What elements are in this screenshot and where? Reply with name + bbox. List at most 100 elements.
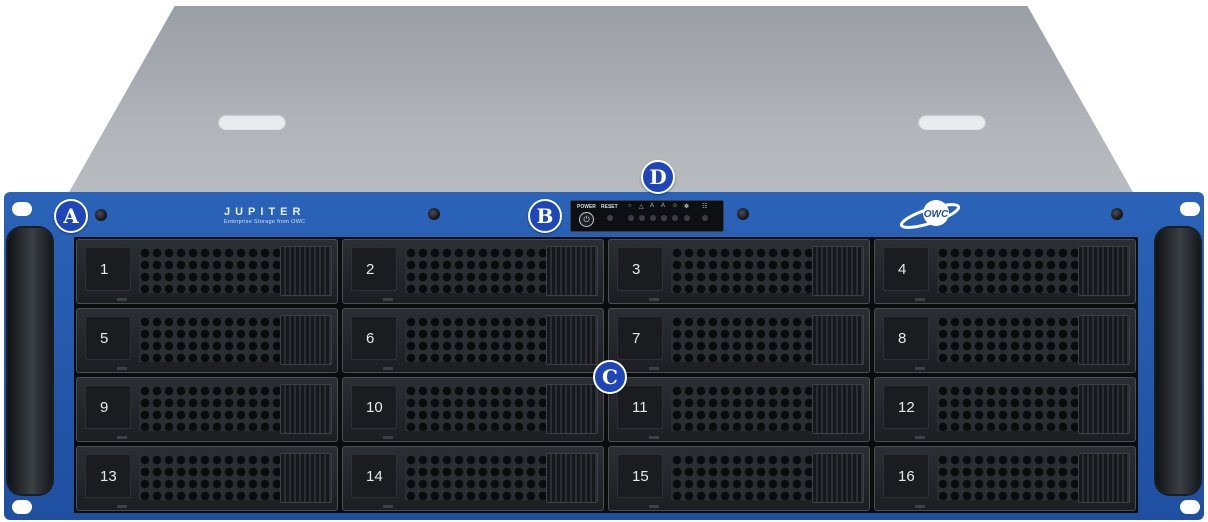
drive-tray-release[interactable] (915, 367, 925, 370)
screw (1111, 208, 1123, 220)
vent-slot-left (218, 114, 286, 130)
rack-ear-hole (12, 500, 32, 514)
drive-bay[interactable]: 11 (608, 377, 870, 442)
screw (737, 208, 749, 220)
drive-vent-grille (671, 247, 815, 293)
drive-vent-grille (139, 385, 283, 431)
indicator-led (628, 215, 634, 221)
drive-latch[interactable] (1078, 384, 1130, 434)
drive-latch[interactable] (1078, 315, 1130, 365)
power-button[interactable]: ⏻ (579, 212, 594, 227)
drive-tray-release[interactable] (117, 436, 127, 439)
drive-tray-release[interactable] (383, 367, 393, 370)
drive-vent-grille (937, 316, 1081, 362)
alert-icon: △ (639, 204, 644, 210)
drive-bay[interactable]: 13 (76, 446, 338, 511)
drive-vent-grille (139, 316, 283, 362)
drive-vent-grille (405, 316, 549, 362)
rack-ear-hole (12, 202, 32, 216)
drive-latch[interactable] (546, 453, 598, 503)
drive-latch[interactable] (812, 453, 864, 503)
drive-bay[interactable]: 16 (874, 446, 1136, 511)
callout-marker-a: A (54, 199, 88, 233)
drive-bay[interactable]: 7 (608, 308, 870, 373)
status-icon: ○ (628, 203, 632, 209)
rack-handle-right[interactable] (1156, 228, 1200, 494)
reset-button[interactable] (607, 215, 613, 221)
drive-latch[interactable] (812, 315, 864, 365)
owc-logo-text: OWC (924, 209, 949, 220)
drive-tray-release[interactable] (915, 436, 925, 439)
reset-label: RESET (601, 204, 618, 210)
drive-bay-number: 12 (883, 385, 929, 429)
drive-bay[interactable]: 2 (342, 239, 604, 304)
drive-bay-number: 3 (617, 247, 663, 291)
drive-tray-release[interactable] (117, 505, 127, 508)
a2-icon: A (661, 203, 666, 209)
drive-bay-number: 16 (883, 454, 929, 498)
drive-tray-release[interactable] (649, 505, 659, 508)
drive-tray-release[interactable] (383, 505, 393, 508)
drive-tray-release[interactable] (383, 298, 393, 301)
drive-bay[interactable]: 9 (76, 377, 338, 442)
drive-latch[interactable] (280, 315, 332, 365)
indicator-led (702, 215, 708, 221)
temperature-icon: ☺ (672, 203, 679, 209)
drive-tray-release[interactable] (649, 298, 659, 301)
drive-latch[interactable] (280, 384, 332, 434)
drive-bay[interactable]: 5 (76, 308, 338, 373)
callout-marker-b: B (528, 199, 562, 233)
drive-latch[interactable] (280, 246, 332, 296)
drive-vent-grille (405, 247, 549, 293)
drive-bay[interactable]: 8 (874, 308, 1136, 373)
screw (95, 209, 107, 221)
drive-bay-number: 6 (351, 316, 397, 360)
power-icon: ⏻ (583, 215, 590, 224)
callout-marker-c: C (593, 360, 627, 394)
drive-latch[interactable] (812, 384, 864, 434)
callout-marker-d: D (641, 160, 675, 194)
drive-tray-release[interactable] (383, 436, 393, 439)
rack-ear-hole (1180, 500, 1200, 514)
drive-bay[interactable]: 12 (874, 377, 1136, 442)
drive-bay-number: 10 (351, 385, 397, 429)
drive-bay[interactable]: 4 (874, 239, 1136, 304)
drive-latch[interactable] (1078, 453, 1130, 503)
drive-latch[interactable] (546, 246, 598, 296)
drive-tray-release[interactable] (915, 298, 925, 301)
drive-vent-grille (405, 385, 549, 431)
indicator-led (684, 215, 690, 221)
drive-latch[interactable] (280, 453, 332, 503)
drive-vent-grille (405, 454, 549, 500)
a1-icon: A (650, 203, 655, 209)
drive-bay[interactable]: 1 (76, 239, 338, 304)
drive-latch[interactable] (546, 315, 598, 365)
power-label: POWER (577, 204, 596, 210)
drive-tray-release[interactable] (117, 367, 127, 370)
drive-vent-grille (671, 454, 815, 500)
drive-tray-release[interactable] (649, 367, 659, 370)
chassis-top (68, 6, 1134, 194)
drive-tray-release[interactable] (649, 436, 659, 439)
drive-vent-grille (139, 247, 283, 293)
drive-bay-number: 11 (617, 385, 663, 429)
drive-bay[interactable]: 10 (342, 377, 604, 442)
brand-tagline: Enterprise Storage from OWC (224, 219, 306, 225)
drive-vent-grille (671, 385, 815, 431)
drive-bay-number: 9 (85, 385, 131, 429)
brand-label: JUPITER Enterprise Storage from OWC (224, 206, 305, 225)
rack-handle-left[interactable] (8, 228, 52, 494)
drive-bay-number: 8 (883, 316, 929, 360)
drive-tray-release[interactable] (117, 298, 127, 301)
indicator-led (661, 215, 667, 221)
drive-latch[interactable] (1078, 246, 1130, 296)
drive-latch[interactable] (546, 384, 598, 434)
drive-bay[interactable]: 6 (342, 308, 604, 373)
drive-latch[interactable] (812, 246, 864, 296)
drive-bay[interactable]: 15 (608, 446, 870, 511)
indicator-led (650, 215, 656, 221)
drive-tray-release[interactable] (915, 505, 925, 508)
drive-bay[interactable]: 3 (608, 239, 870, 304)
drive-vent-grille (937, 454, 1081, 500)
drive-bay[interactable]: 14 (342, 446, 604, 511)
